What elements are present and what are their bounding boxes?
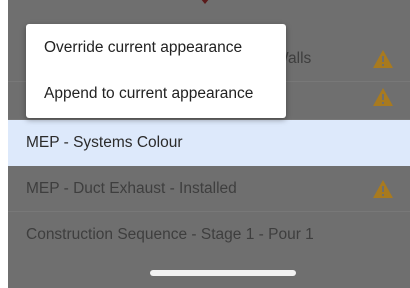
menu-item-override-appearance[interactable]: Override current appearance [44, 39, 242, 57]
list-item-label: MEP - Systems Colour [26, 134, 183, 151]
list-item-label: Construction Sequence - Stage 1 - Pour 1 [26, 226, 314, 243]
appearance-screen: Walls MEP - Systems Colour MEP - Duct Ex… [8, 0, 410, 288]
chevron-down-icon [201, 0, 209, 4]
appearance-mode-menu: Override current appearance Append to cu… [26, 24, 286, 118]
list-item-construction-sequence[interactable]: Construction Sequence - Stage 1 - Pour 1 [8, 212, 410, 258]
list-item-label: MEP - Duct Exhaust - Installed [26, 180, 237, 197]
list-item-mep-duct-exhaust[interactable]: MEP - Duct Exhaust - Installed [8, 166, 410, 212]
warning-triangle-icon [373, 88, 393, 106]
home-indicator[interactable] [150, 270, 296, 276]
warning-triangle-icon [373, 180, 393, 198]
list-item-mep-systems-colour[interactable]: MEP - Systems Colour [8, 120, 410, 166]
warning-triangle-icon [373, 50, 393, 68]
menu-item-append-appearance[interactable]: Append to current appearance [44, 85, 253, 103]
